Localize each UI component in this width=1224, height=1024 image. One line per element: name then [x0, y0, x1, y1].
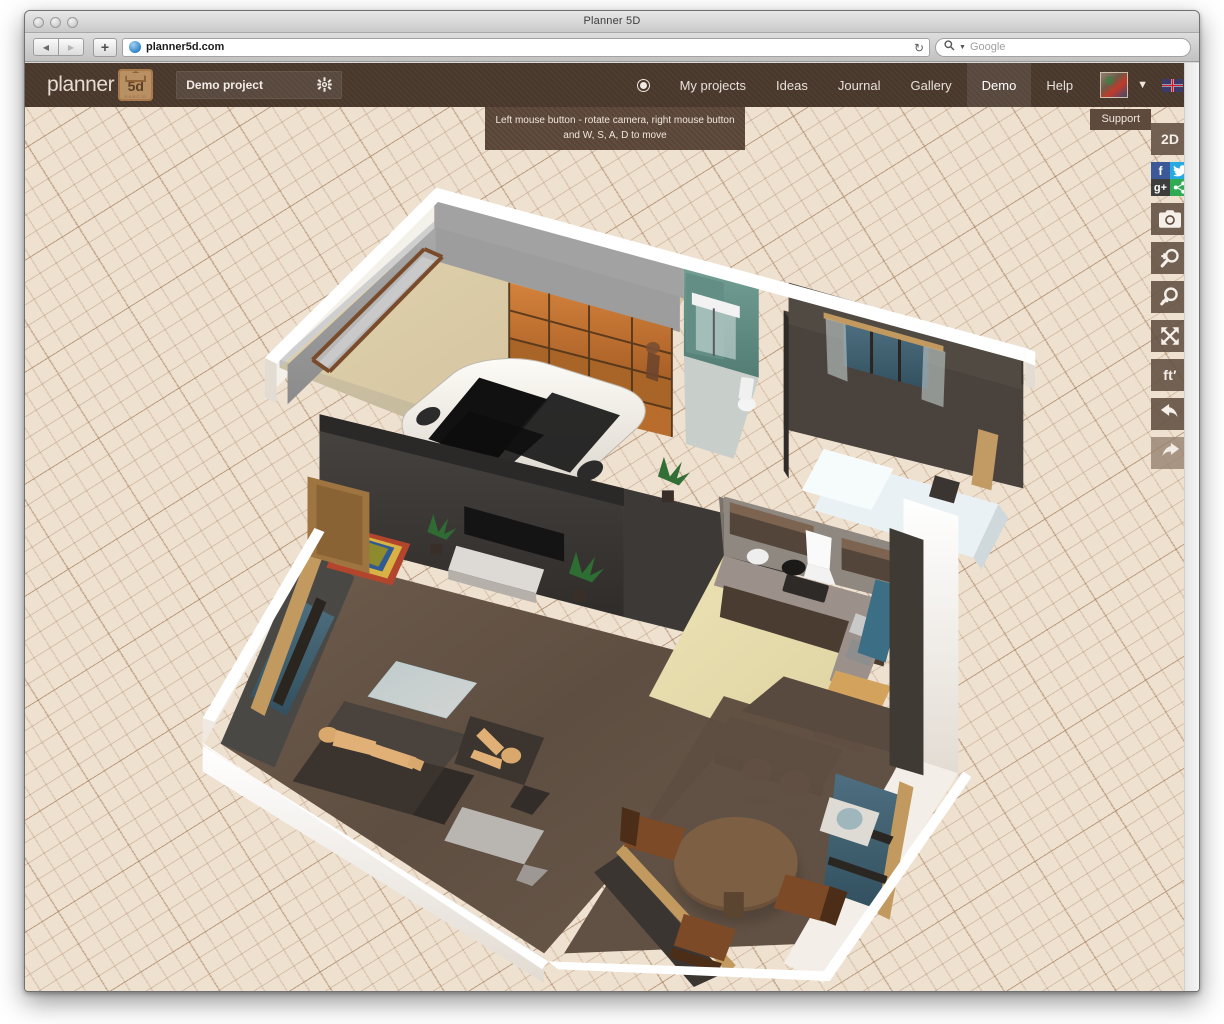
chevron-down-icon[interactable]: ▼ — [1137, 79, 1148, 91]
reload-icon[interactable]: ↻ — [914, 41, 924, 55]
search-dropdown-caret[interactable]: ▼ — [959, 44, 966, 51]
back-button[interactable]: ◀ — [33, 38, 59, 56]
page-viewport: planner 5d RANCID Demo project — [25, 63, 1199, 991]
nav-item-help[interactable]: Help — [1031, 63, 1088, 107]
nav-item-ideas[interactable]: Ideas — [761, 63, 823, 107]
logo-badge-icon: 5d RANCID — [118, 69, 153, 101]
camera-hint-tooltip: Left mouse button - rotate camera, right… — [485, 107, 745, 150]
window-title: Planner 5D — [25, 15, 1199, 27]
nav-item-journal[interactable]: Journal — [823, 63, 896, 107]
record-dot-icon — [638, 80, 649, 91]
app-logo[interactable]: planner 5d RANCID — [47, 69, 153, 101]
logo-badge-subtext: RANCID — [124, 94, 147, 99]
browser-window: Planner 5D ◀ ▶ + planner5d.com ↻ ▼ Googl… — [24, 10, 1200, 992]
googleplus-icon[interactable]: g+ — [1151, 179, 1170, 196]
gear-icon[interactable] — [317, 77, 332, 94]
page-scrollbar[interactable] — [1184, 63, 1199, 991]
search-placeholder: Google — [970, 41, 1005, 53]
uk-flag-icon[interactable] — [1162, 79, 1183, 92]
logo-badge-text: 5d — [128, 79, 144, 93]
globe-icon — [129, 41, 141, 53]
logo-wordmark: planner — [47, 73, 114, 97]
potted-plant — [658, 457, 690, 503]
mannequin — [646, 342, 660, 382]
floorplan-render — [25, 63, 1199, 991]
project-selector[interactable]: Demo project — [176, 71, 342, 99]
floorplan-3d-canvas[interactable] — [25, 63, 1199, 991]
nav-item-my-projects[interactable]: My projects — [665, 63, 761, 107]
address-bar[interactable]: planner5d.com ↻ — [122, 38, 930, 57]
address-bar-url: planner5d.com — [146, 41, 224, 53]
window-titlebar: Planner 5D — [25, 11, 1199, 33]
new-tab-button[interactable]: + — [93, 38, 117, 57]
forward-button[interactable]: ▶ — [58, 38, 84, 56]
avatar[interactable] — [1100, 72, 1128, 98]
support-button[interactable]: Support — [1090, 109, 1151, 130]
room-bathroom — [684, 261, 759, 459]
nav-item-gallery[interactable]: Gallery — [895, 63, 966, 107]
facebook-icon[interactable]: f — [1151, 162, 1170, 179]
app-header: planner 5d RANCID Demo project — [25, 63, 1199, 107]
nav-item-record[interactable] — [622, 63, 665, 107]
main-navigation: My projects Ideas Journal Gallery Demo H… — [622, 63, 1199, 107]
browser-toolbar: ◀ ▶ + planner5d.com ↻ ▼ Google — [25, 33, 1199, 62]
project-name: Demo project — [186, 78, 263, 92]
nav-item-demo[interactable]: Demo — [967, 63, 1032, 107]
search-icon — [944, 40, 955, 54]
search-input[interactable]: ▼ Google — [935, 38, 1191, 57]
